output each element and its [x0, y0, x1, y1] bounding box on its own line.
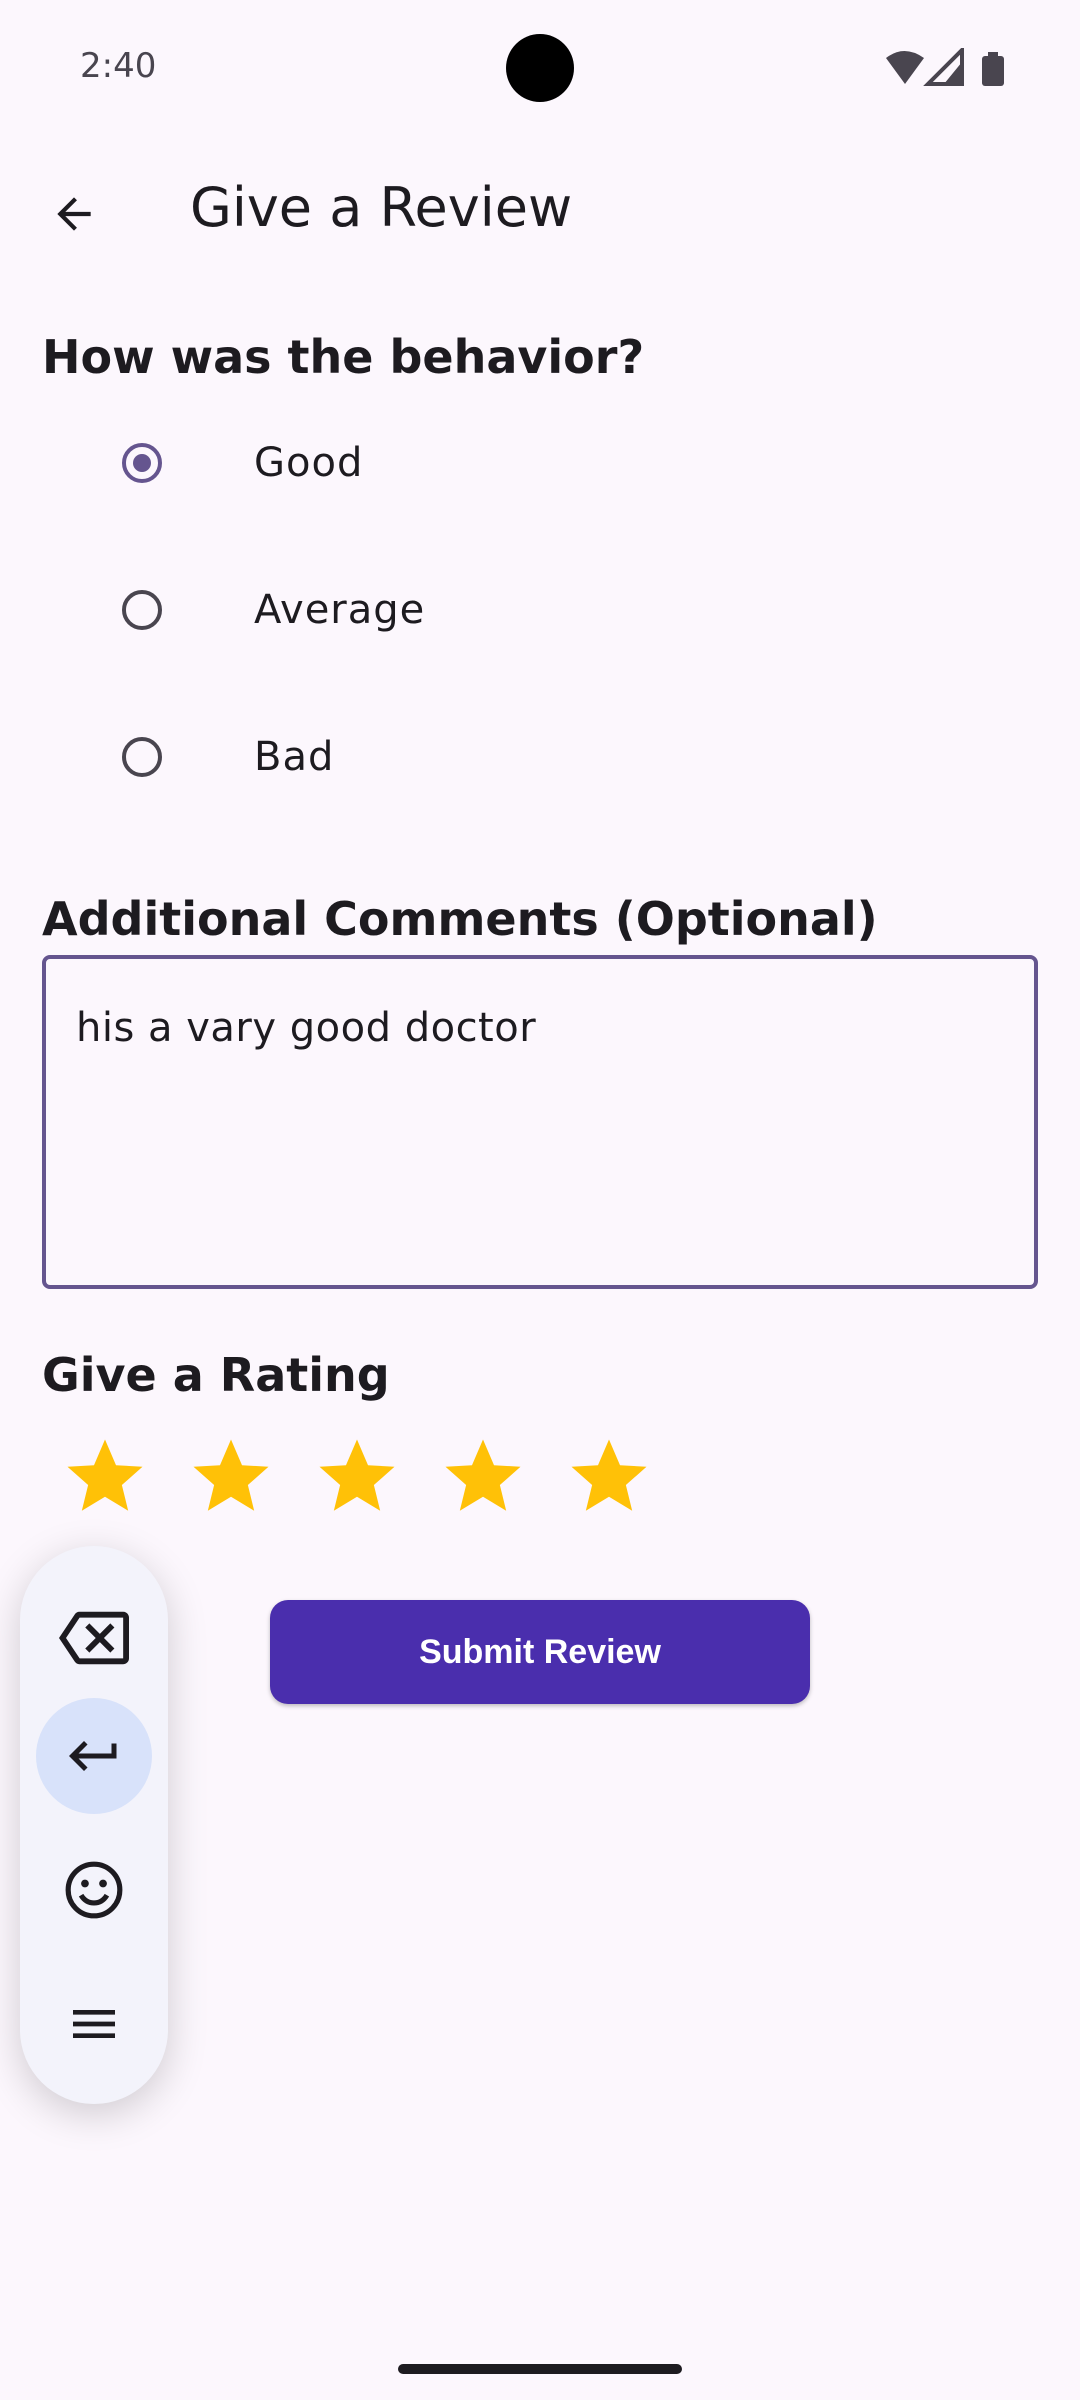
emoji-button[interactable]	[36, 1832, 152, 1948]
comments-value: his a vary good doctor	[76, 1005, 537, 1051]
battery-icon	[982, 52, 1004, 86]
enter-icon	[69, 1741, 117, 1771]
star-icon-3[interactable]	[312, 1432, 402, 1522]
menu-button[interactable]	[36, 1966, 152, 2082]
radio-label: Average	[254, 587, 426, 633]
backspace-icon	[59, 1611, 129, 1665]
app-bar: Give a Review	[0, 136, 1080, 280]
star-icon-4[interactable]	[438, 1432, 528, 1522]
radio-button-selected[interactable]	[122, 443, 162, 483]
star-icon-2[interactable]	[186, 1432, 276, 1522]
page-title: Give a Review	[190, 176, 573, 239]
star-icon-1[interactable]	[60, 1432, 150, 1522]
status-bar: 2:40	[0, 0, 1080, 136]
emoji-icon	[65, 1861, 123, 1919]
back-button[interactable]	[32, 172, 116, 256]
wifi-icon	[886, 51, 924, 84]
backspace-button[interactable]	[36, 1580, 152, 1696]
camera-cutout	[506, 34, 574, 102]
radio-option-bad[interactable]: Bad	[90, 700, 690, 820]
radio-label: Bad	[254, 734, 335, 780]
status-time: 2:40	[80, 46, 157, 86]
star-icon-5[interactable]	[564, 1432, 654, 1522]
behavior-heading: How was the behavior?	[42, 330, 645, 384]
comments-heading: Additional Comments (Optional)	[42, 892, 878, 946]
keyboard-floating-toolbar	[20, 1546, 168, 2104]
rating-heading: Give a Rating	[42, 1348, 390, 1402]
radio-button[interactable]	[122, 737, 162, 777]
home-indicator[interactable]	[398, 2364, 682, 2374]
enter-button[interactable]	[36, 1698, 152, 1814]
radio-button[interactable]	[122, 590, 162, 630]
radio-option-good[interactable]: Good	[90, 406, 690, 526]
radio-label: Good	[254, 440, 364, 486]
status-icons	[886, 48, 1004, 86]
comments-input[interactable]: his a vary good doctor	[42, 955, 1038, 1289]
submit-review-button[interactable]: Submit Review	[270, 1600, 810, 1704]
menu-icon	[73, 2010, 115, 2038]
radio-option-average[interactable]: Average	[90, 553, 690, 673]
arrow-back-icon	[57, 197, 91, 231]
